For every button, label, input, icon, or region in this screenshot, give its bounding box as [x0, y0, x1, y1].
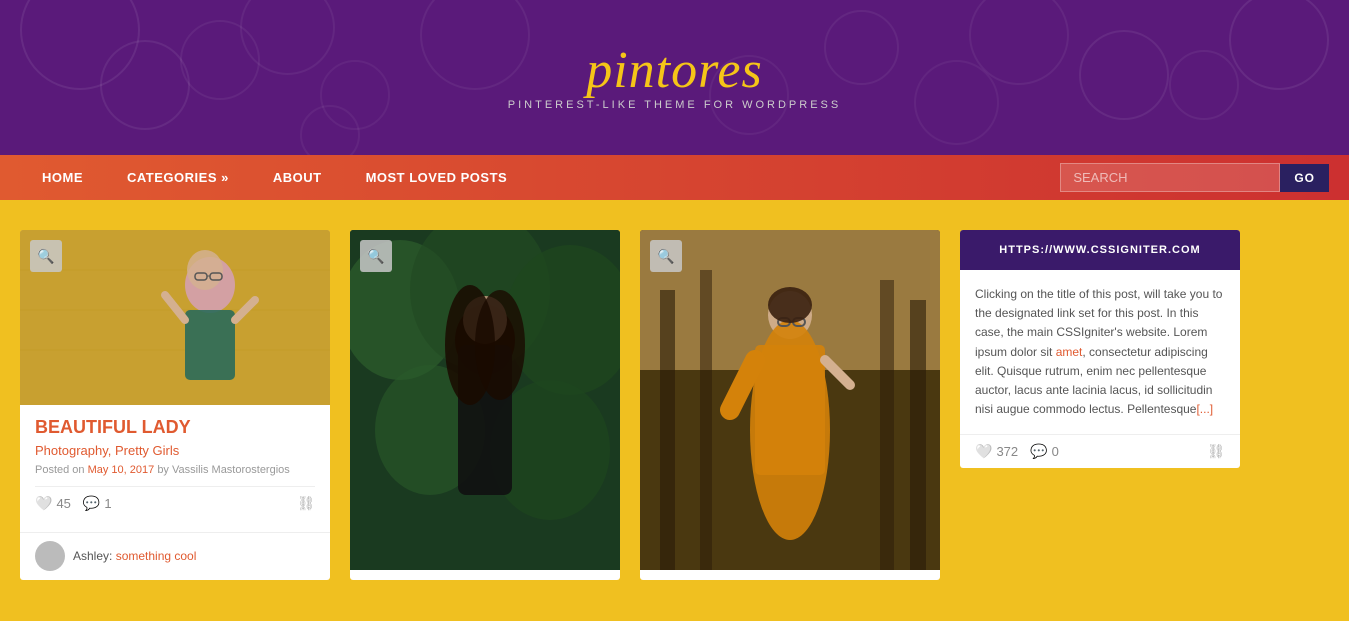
nav-item-about[interactable]: ABOUT: [251, 155, 344, 200]
post-card-1: 🔍 BEAUTIFUL LADY Photography, Pretty Gir…: [20, 230, 330, 580]
comment-icon-link: 💬: [1030, 443, 1047, 460]
post-comments-1: 💬 1: [83, 495, 112, 512]
search-input[interactable]: [1060, 163, 1280, 192]
comment-preview-1: Ashley: something cool: [20, 532, 330, 579]
heart-icon-1: 🤍: [35, 495, 52, 512]
post-categories-1[interactable]: Photography, Pretty Girls: [35, 443, 315, 458]
share-icon-link[interactable]: ⛓: [1207, 443, 1225, 460]
heart-icon-link: 🤍: [975, 443, 992, 460]
search-overlay-icon-3[interactable]: 🔍: [650, 240, 682, 272]
comments-count-1: 1: [104, 496, 111, 511]
post-author-1: Vassilis Mastorostergios: [172, 464, 290, 476]
post-likes-1: 🤍 45: [35, 495, 71, 512]
share-icon-1[interactable]: ⛓: [297, 495, 315, 512]
post-image-wrap-2[interactable]: 🔍: [350, 230, 620, 570]
site-tagline: PINTEREST-LIKE THEME FOR WORDPRESS: [508, 99, 841, 111]
link-card-body: Clicking on the title of this post, will…: [960, 270, 1240, 434]
post-meta-1: Posted on May 10, 2017 by Vassilis Masto…: [35, 464, 315, 476]
main-content: 🔍 BEAUTIFUL LADY Photography, Pretty Gir…: [0, 200, 1349, 610]
post-meta-prefix-1: Posted on: [35, 464, 88, 476]
nav-item-categories[interactable]: CATEGORIES »: [105, 155, 251, 200]
comment-link-1[interactable]: something cool: [116, 549, 197, 563]
main-nav: HOME CATEGORIES » ABOUT MOST LOVED POSTS…: [0, 155, 1349, 200]
post-stats-1: 🤍 45 💬 1 ⛓: [35, 486, 315, 520]
link-card-stats: 🤍 372 💬 0 ⛓: [960, 434, 1240, 468]
nav-item-most-loved[interactable]: MOST LOVED POSTS: [344, 155, 530, 200]
avatar-1: [35, 541, 65, 571]
link-likes-count: 372: [996, 444, 1018, 459]
search-form: GO: [1060, 163, 1329, 192]
link-comments-count: 0: [1052, 444, 1059, 459]
link-comments: 💬 0: [1030, 443, 1059, 460]
search-overlay-icon-2[interactable]: 🔍: [360, 240, 392, 272]
post-meta-by-1: by: [157, 464, 172, 476]
likes-count-1: 45: [56, 496, 70, 511]
link-card-header[interactable]: HTTPS://WWW.CSSIGNITER.COM: [960, 230, 1240, 270]
post-date-1: May 10, 2017: [88, 464, 155, 476]
search-icon-2: 🔍: [367, 248, 384, 265]
commenter-name-1: Ashley:: [73, 549, 116, 563]
nav-items: HOME CATEGORIES » ABOUT MOST LOVED POSTS: [20, 155, 1060, 200]
search-overlay-icon-1[interactable]: 🔍: [30, 240, 62, 272]
post-card-2: 🔍: [350, 230, 620, 580]
site-logo[interactable]: pintores: [586, 45, 763, 97]
comment-icon-1: 💬: [83, 495, 100, 512]
post-image-wrap-3[interactable]: 🔍: [640, 230, 940, 570]
link-likes: 🤍 372: [975, 443, 1018, 460]
post-image-wrap-1[interactable]: 🔍: [20, 230, 330, 405]
comment-text-1: Ashley: something cool: [73, 549, 196, 563]
search-icon-3: 🔍: [657, 248, 674, 265]
link-card-more[interactable]: [...]: [1196, 402, 1213, 416]
post-card-3: 🔍: [640, 230, 940, 580]
search-icon-1: 🔍: [37, 248, 54, 265]
link-card-amet[interactable]: amet: [1056, 345, 1083, 359]
site-header: pintores PINTEREST-LIKE THEME FOR WORDPR…: [0, 0, 1349, 155]
nav-item-home[interactable]: HOME: [20, 155, 105, 200]
post-title-1[interactable]: BEAUTIFUL LADY: [35, 417, 315, 438]
link-card: HTTPS://WWW.CSSIGNITER.COM Clicking on t…: [960, 230, 1240, 468]
search-button[interactable]: GO: [1280, 164, 1329, 192]
post-body-1: BEAUTIFUL LADY Photography, Pretty Girls…: [20, 405, 330, 532]
